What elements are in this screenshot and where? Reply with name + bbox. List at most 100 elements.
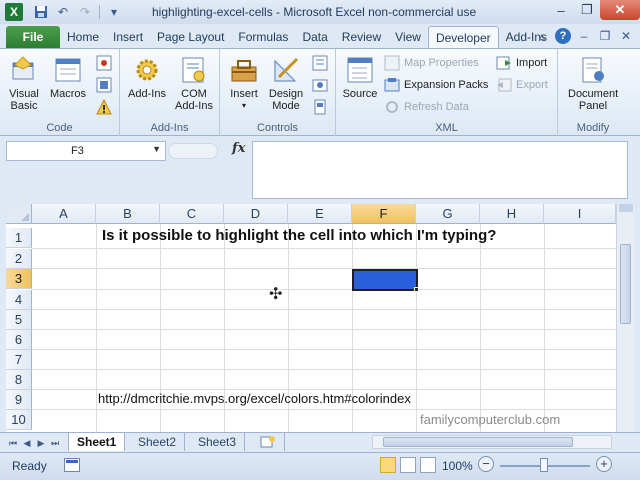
normal-view-button[interactable] bbox=[380, 457, 396, 473]
tab-home[interactable]: Home bbox=[60, 26, 106, 48]
column-header-i[interactable]: I bbox=[544, 204, 616, 224]
relative-references-icon[interactable] bbox=[96, 77, 112, 93]
export-button[interactable]: Export bbox=[496, 75, 548, 95]
column-header-g[interactable]: G bbox=[416, 204, 480, 224]
view-code-icon[interactable] bbox=[312, 77, 328, 93]
close-button[interactable]: ✕ bbox=[600, 0, 640, 20]
column-header-h[interactable]: H bbox=[480, 204, 544, 224]
sheet-tab-sheet1[interactable]: Sheet1 bbox=[68, 433, 126, 451]
tab-review[interactable]: Review bbox=[335, 26, 388, 48]
next-sheet-icon[interactable]: ▶ bbox=[36, 436, 46, 450]
map-properties-button[interactable]: Map Properties bbox=[384, 53, 479, 73]
insert-function-icon[interactable]: fx bbox=[232, 141, 245, 156]
tab-insert[interactable]: Insert bbox=[106, 26, 150, 48]
group-add-ins: Add-Ins COM Add-Ins Add-Ins bbox=[120, 49, 220, 136]
split-handle[interactable] bbox=[619, 204, 633, 212]
design-mode-label: Design Mode bbox=[268, 88, 304, 112]
add-ins-button[interactable]: Add-Ins bbox=[124, 55, 170, 100]
zoom-level[interactable]: 100% bbox=[442, 459, 473, 473]
tab-view[interactable]: View bbox=[388, 26, 428, 48]
formula-input[interactable] bbox=[252, 141, 628, 199]
horizontal-scroll-thumb[interactable] bbox=[383, 437, 573, 447]
tab-file[interactable]: File bbox=[6, 26, 60, 48]
prev-sheet-icon[interactable]: ◀ bbox=[22, 436, 32, 450]
com-add-ins-button[interactable]: COM Add-Ins bbox=[172, 55, 216, 112]
sheet-tab-sheet3[interactable]: Sheet3 bbox=[190, 433, 246, 451]
insert-control-button[interactable]: Insert ▾ bbox=[226, 55, 262, 112]
minimize-button[interactable]: – bbox=[548, 0, 574, 20]
tab-data[interactable]: Data bbox=[295, 26, 334, 48]
row-header-3[interactable]: 3 bbox=[6, 269, 32, 289]
row-header-8[interactable]: 8 bbox=[6, 370, 32, 390]
row-header-10[interactable]: 10 bbox=[6, 410, 32, 430]
name-box[interactable]: F3 ▼ bbox=[6, 141, 166, 161]
sheet-tab-sheet2[interactable]: Sheet2 bbox=[130, 433, 186, 451]
document-panel-button[interactable]: Document Panel bbox=[562, 55, 624, 112]
column-header-e[interactable]: E bbox=[288, 204, 352, 224]
row-header-5[interactable]: 5 bbox=[6, 310, 32, 330]
page-layout-view-button[interactable] bbox=[400, 457, 416, 473]
gridline bbox=[32, 349, 616, 350]
minimize-ribbon-icon[interactable]: ▵ bbox=[534, 28, 550, 44]
ribbon: Visual Basic Macros Code Add-Ins COM Add… bbox=[0, 48, 640, 136]
watermark-text: familycomputerclub.com bbox=[420, 412, 561, 427]
refresh-data-button[interactable]: Refresh Data bbox=[384, 97, 469, 117]
quick-access-toolbar: ↶ ↷ ▾ bbox=[33, 4, 122, 20]
tab-page-layout[interactable]: Page Layout bbox=[150, 26, 231, 48]
import-button[interactable]: Import bbox=[496, 53, 547, 73]
column-header-a[interactable]: A bbox=[32, 204, 96, 224]
excel-app-icon[interactable]: X bbox=[5, 3, 23, 21]
column-header-f[interactable]: F bbox=[352, 204, 416, 224]
row-header-1[interactable]: 1 bbox=[6, 228, 32, 248]
run-dialog-icon[interactable] bbox=[312, 99, 328, 115]
doc-close-icon[interactable]: ✕ bbox=[618, 28, 634, 44]
design-mode-button[interactable]: Design Mode bbox=[266, 55, 306, 112]
column-header-d[interactable]: D bbox=[224, 204, 288, 224]
zoom-out-button[interactable]: − bbox=[478, 456, 494, 472]
visual-basic-button[interactable]: Visual Basic bbox=[6, 55, 42, 112]
record-macro-icon[interactable] bbox=[96, 55, 112, 71]
save-icon[interactable] bbox=[33, 4, 49, 20]
document-panel-icon bbox=[578, 55, 608, 85]
tab-formulas[interactable]: Formulas bbox=[231, 26, 295, 48]
undo-icon[interactable]: ↶ bbox=[55, 4, 71, 20]
row-header-7[interactable]: 7 bbox=[6, 350, 32, 370]
macro-record-icon[interactable] bbox=[64, 458, 80, 472]
row-header-9[interactable]: 9 bbox=[6, 390, 32, 410]
vertical-scroll-thumb[interactable] bbox=[620, 244, 631, 324]
zoom-in-button[interactable]: + bbox=[596, 456, 612, 472]
last-sheet-icon[interactable]: ⏭ bbox=[50, 436, 60, 450]
cell-b1-headline[interactable]: Is it possible to highlight the cell int… bbox=[102, 227, 496, 244]
help-icon[interactable]: ? bbox=[555, 28, 571, 44]
column-header-c[interactable]: C bbox=[160, 204, 224, 224]
row-header-4[interactable]: 4 bbox=[6, 290, 32, 310]
macros-button[interactable]: Macros bbox=[48, 55, 88, 100]
properties-icon[interactable] bbox=[312, 55, 328, 71]
select-all-button[interactable] bbox=[6, 204, 32, 224]
row-header-2[interactable]: 2 bbox=[6, 249, 32, 269]
restore-button[interactable]: ❐ bbox=[574, 0, 600, 20]
horizontal-scrollbar[interactable] bbox=[372, 435, 612, 449]
column-header-b[interactable]: B bbox=[96, 204, 160, 224]
doc-restore-icon[interactable]: ❐ bbox=[597, 28, 613, 44]
worksheet-grid[interactable]: A B C D E F G H I 1 2 3 4 5 6 7 8 9 10 I… bbox=[6, 204, 616, 432]
source-button[interactable]: Source bbox=[342, 55, 378, 100]
active-cell-f3[interactable] bbox=[352, 269, 418, 291]
macro-security-icon[interactable] bbox=[96, 99, 112, 115]
first-sheet-icon[interactable]: ⏮ bbox=[8, 436, 18, 450]
page-break-view-button[interactable] bbox=[420, 457, 436, 473]
chevron-down-icon[interactable]: ▼ bbox=[152, 144, 161, 154]
formula-cancel-enter bbox=[168, 143, 218, 159]
cell-b9-url[interactable]: http://dmcritchie.mvps.org/excel/colors.… bbox=[98, 391, 411, 406]
insert-sheet-icon[interactable] bbox=[252, 433, 285, 451]
gridline bbox=[480, 224, 481, 432]
doc-minimize-icon[interactable]: – bbox=[576, 28, 592, 44]
redo-icon[interactable]: ↷ bbox=[77, 4, 93, 20]
row-header-6[interactable]: 6 bbox=[6, 330, 32, 350]
customize-qat-icon[interactable]: ▾ bbox=[106, 4, 122, 20]
vertical-scrollbar[interactable] bbox=[616, 204, 634, 432]
fill-handle[interactable] bbox=[414, 287, 419, 292]
expansion-packs-button[interactable]: Expansion Packs bbox=[384, 75, 488, 95]
tab-developer[interactable]: Developer bbox=[427, 26, 499, 48]
zoom-slider-thumb[interactable] bbox=[540, 458, 548, 472]
